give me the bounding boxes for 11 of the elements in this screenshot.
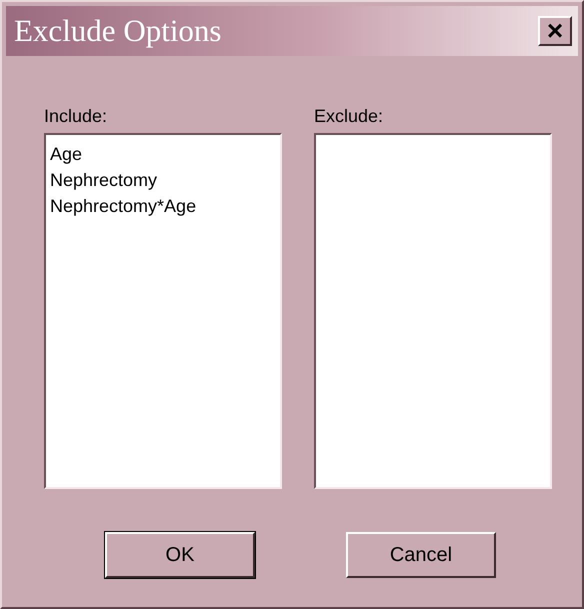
list-label: Include: (44, 106, 108, 127)
list-item[interactable]: Nephrectomy (50, 167, 276, 193)
list-item[interactable]: Age (50, 141, 276, 167)
exclude-list[interactable] (314, 133, 552, 489)
close-button[interactable]: × (538, 16, 572, 46)
include-list[interactable]: Age Nephrectomy Nephrectomy*Age (44, 133, 282, 489)
window-title: Exclude Options (14, 13, 222, 49)
list-label: Exclude: (314, 106, 384, 127)
cancel-button[interactable]: Cancel (346, 532, 496, 578)
list-item[interactable]: Nephrectomy*Age (50, 193, 276, 219)
ok-button[interactable]: OK (105, 532, 255, 578)
